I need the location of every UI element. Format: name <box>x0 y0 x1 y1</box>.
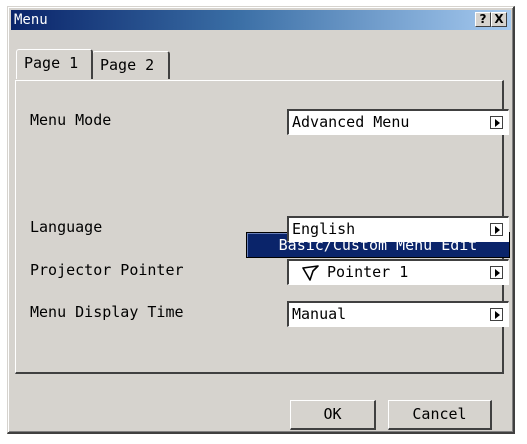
window-title: Menu <box>14 12 48 28</box>
title-bar[interactable]: Menu ? X <box>11 10 511 30</box>
tab-panel: Menu Mode Advanced Menu Basic/Custom Men… <box>15 80 510 374</box>
menu-mode-dropdown[interactable]: Advanced Menu <box>287 109 509 135</box>
menu-dialog: Menu ? X Page 1 Page 2 Menu Mode Advance… <box>7 6 515 434</box>
tab-page-1[interactable]: Page 1 <box>16 49 93 79</box>
menu-display-time-label: Menu Display Time <box>30 303 184 321</box>
dropdown-arrow-icon[interactable] <box>490 266 503 279</box>
close-button[interactable]: X <box>491 12 507 27</box>
dropdown-arrow-icon[interactable] <box>490 116 503 129</box>
menu-mode-value: Advanced Menu <box>292 113 410 131</box>
projector-pointer-value: Pointer 1 <box>327 263 409 281</box>
projector-pointer-label: Projector Pointer <box>30 261 184 279</box>
menu-display-time-dropdown[interactable]: Manual <box>287 301 509 327</box>
cancel-button[interactable]: Cancel <box>388 400 492 430</box>
language-label: Language <box>30 218 103 236</box>
projector-pointer-dropdown[interactable]: Pointer 1 <box>287 259 509 285</box>
menu-display-time-value: Manual <box>292 305 347 323</box>
menu-mode-label: Menu Mode <box>30 111 112 129</box>
help-button[interactable]: ? <box>475 12 491 27</box>
pointer-arrow-icon <box>302 265 319 281</box>
tab-page-2[interactable]: Page 2 <box>92 51 170 79</box>
ok-button[interactable]: OK <box>290 400 376 430</box>
dropdown-arrow-icon[interactable] <box>490 308 503 321</box>
language-value: English <box>292 220 356 238</box>
dropdown-arrow-icon[interactable] <box>490 223 503 236</box>
language-dropdown[interactable]: English <box>287 216 509 242</box>
